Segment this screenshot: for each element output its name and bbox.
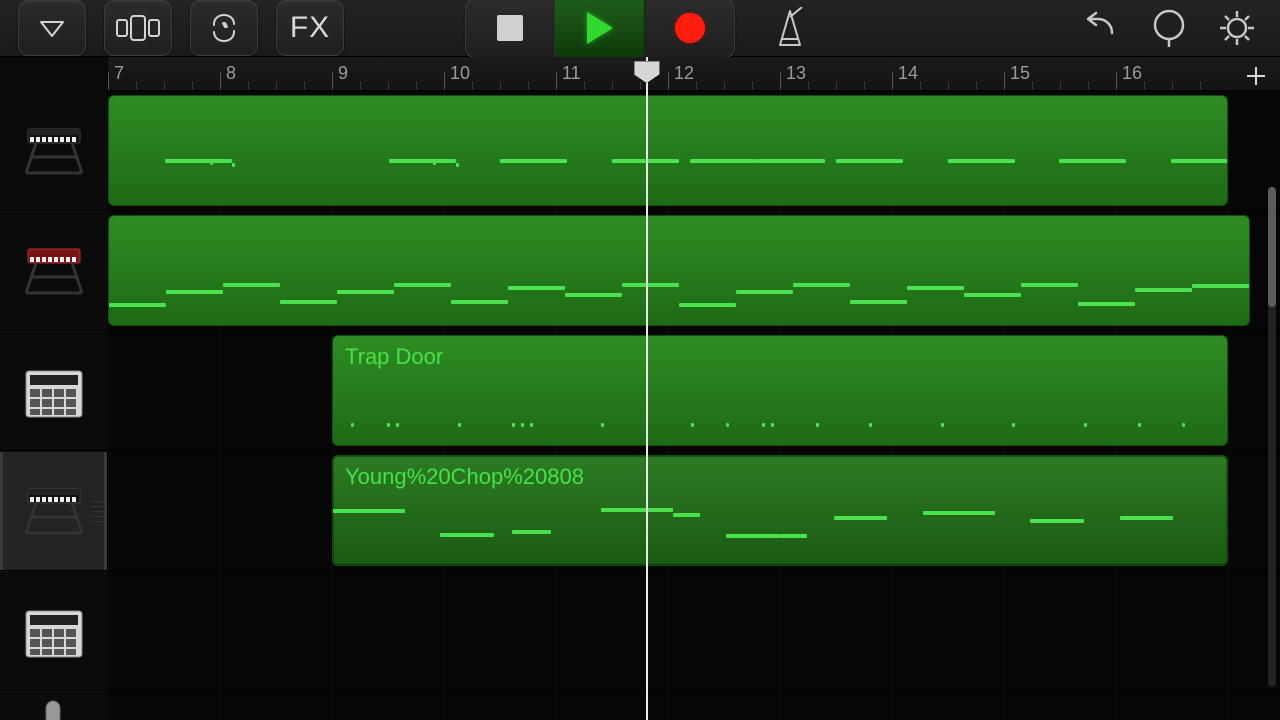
track-header[interactable] xyxy=(0,451,107,571)
track-header[interactable] xyxy=(0,331,107,451)
track-header[interactable] xyxy=(0,211,107,331)
region-title: Young%20Chop%20808 xyxy=(345,464,584,490)
timeline[interactable]: 7 8 9 10 11 12 13 14 15 16 Trap Door Young%20Chop%… xyxy=(108,57,1280,720)
region[interactable] xyxy=(108,95,1228,206)
ruler-bar-label: 9 xyxy=(338,63,348,84)
track-header[interactable] xyxy=(0,91,107,211)
ruler-bar-label: 16 xyxy=(1122,63,1142,84)
vertical-scrollbar[interactable] xyxy=(1268,187,1276,687)
metronome-button[interactable] xyxy=(765,0,815,56)
track-lane[interactable]: Young%20Chop%20808 xyxy=(108,451,1280,571)
stop-icon xyxy=(497,15,523,41)
drum-machine-icon xyxy=(22,601,86,661)
tracks-area: Trap Door Young%20Chop%20808 xyxy=(108,91,1280,720)
track-view-button[interactable] xyxy=(18,0,86,56)
undo-button[interactable] xyxy=(1076,0,1126,56)
drum-machine-icon xyxy=(22,361,86,421)
region[interactable] xyxy=(108,215,1250,326)
ruler-bar-label: 11 xyxy=(562,63,581,84)
plus-icon xyxy=(1244,64,1268,88)
toolbar: FX xyxy=(0,0,1280,57)
ruler-bar-label: 8 xyxy=(226,63,236,84)
track-header[interactable] xyxy=(0,691,107,720)
record-icon xyxy=(675,13,705,43)
stop-button[interactable] xyxy=(465,0,555,58)
playhead[interactable] xyxy=(646,57,648,720)
info-button[interactable] xyxy=(1144,0,1194,56)
ruler-bar-label: 10 xyxy=(450,63,470,84)
browser-button[interactable] xyxy=(104,0,172,56)
ruler-bar-label: 7 xyxy=(114,63,124,84)
ruler-bar-label: 15 xyxy=(1010,63,1030,84)
keyboard-dark-icon xyxy=(22,125,86,177)
settings-button[interactable] xyxy=(1212,0,1262,56)
ruler[interactable]: 7 8 9 10 11 12 13 14 15 16 xyxy=(108,57,1280,91)
track-lane[interactable] xyxy=(108,211,1280,331)
play-button[interactable] xyxy=(555,0,645,58)
record-button[interactable] xyxy=(645,0,735,58)
keyboard-dark-icon xyxy=(22,485,86,537)
track-lane[interactable] xyxy=(108,571,1280,691)
track-lane[interactable] xyxy=(108,691,1280,720)
keyboard-red-icon xyxy=(22,245,86,297)
add-track-button[interactable] xyxy=(1240,63,1272,89)
ruler-bar-label: 13 xyxy=(786,63,806,84)
workspace: 7 8 9 10 11 12 13 14 15 16 Trap Door Young%20Chop%… xyxy=(0,57,1280,720)
region-title: Trap Door xyxy=(345,344,443,370)
track-header[interactable] xyxy=(0,571,107,691)
fx-label: FX xyxy=(290,11,330,45)
loops-button[interactable] xyxy=(190,0,258,56)
vertical-scrollbar-thumb[interactable] xyxy=(1268,187,1276,307)
track-header-column xyxy=(0,57,108,720)
track-lane[interactable] xyxy=(108,91,1280,211)
mic-icon xyxy=(22,695,86,720)
ruler-bar-label: 14 xyxy=(898,63,918,84)
region[interactable]: Young%20Chop%20808 xyxy=(332,455,1228,566)
play-icon xyxy=(587,12,613,44)
region[interactable]: Trap Door xyxy=(332,335,1228,446)
transport xyxy=(465,0,735,58)
fx-button[interactable]: FX xyxy=(276,0,344,56)
ruler-bar-label: 12 xyxy=(674,63,694,84)
track-lane[interactable]: Trap Door xyxy=(108,331,1280,451)
